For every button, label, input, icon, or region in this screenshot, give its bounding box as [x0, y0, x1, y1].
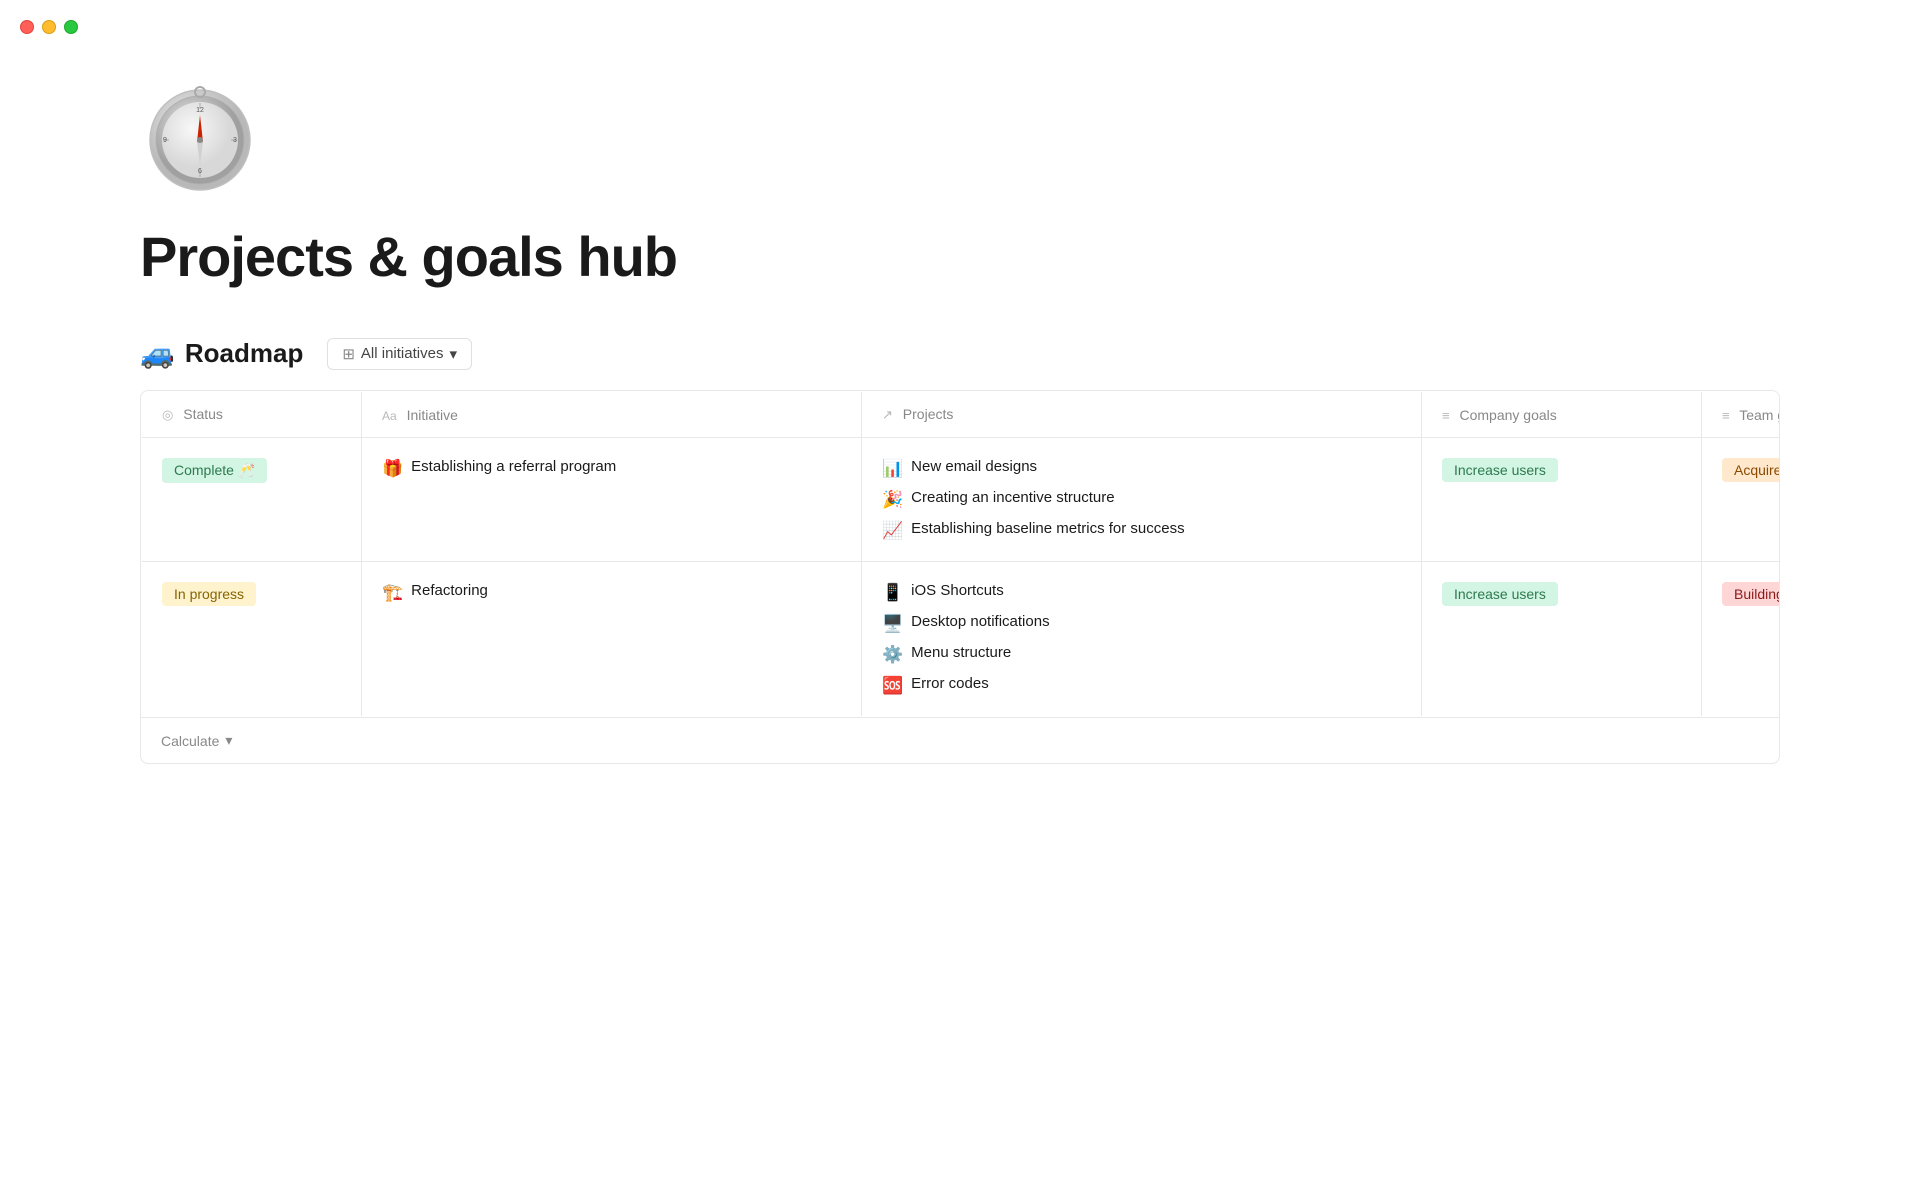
- col-initiative-label: Initiative: [407, 407, 458, 423]
- project-name: Creating an incentive structure: [911, 489, 1114, 506]
- close-button[interactable]: [20, 20, 34, 34]
- project-emoji: ⚙️: [882, 645, 903, 665]
- company-goal-badge[interactable]: Increase users: [1442, 458, 1558, 482]
- status-col-icon: ◎: [162, 407, 173, 422]
- col-status-label: Status: [183, 406, 223, 422]
- roadmap-table: ◎ Status Aa Initiative ↗ Projects ≡ Comp…: [141, 391, 1780, 717]
- chevron-down-icon: ▾: [449, 345, 457, 363]
- project-item[interactable]: 📱 iOS Shortcuts: [882, 582, 1401, 603]
- cell-status-0: Complete 🥂: [142, 438, 362, 562]
- svg-text:3: 3: [233, 137, 237, 144]
- calculate-footer[interactable]: Calculate ▾: [141, 717, 1779, 763]
- svg-text:6: 6: [198, 168, 202, 175]
- compass-icon: 12 6 9 3: [140, 80, 260, 200]
- maximize-button[interactable]: [64, 20, 78, 34]
- team-goal-badge[interactable]: Acquire more: [1722, 458, 1780, 482]
- initiative-emoji: 🎁: [382, 459, 403, 479]
- cell-initiative-0: 🎁 Establishing a referral program: [362, 438, 862, 562]
- table-header-row: ◎ Status Aa Initiative ↗ Projects ≡ Comp…: [142, 392, 1781, 438]
- project-emoji: 🎉: [882, 490, 903, 510]
- calculate-chevron-icon: ▾: [225, 732, 232, 749]
- project-item[interactable]: 📊 New email designs: [882, 458, 1401, 479]
- page-title: Projects & goals hub: [140, 224, 1780, 289]
- table-row: In progress 🏗️ Refactoring 📱 iOS Shortcuts 🖥️…: [142, 562, 1781, 717]
- project-emoji: 🆘: [882, 676, 903, 696]
- roadmap-header: 🚙 Roadmap ⊞ All initiatives ▾: [140, 337, 1780, 370]
- cell-status-1: In progress: [142, 562, 362, 717]
- main-content: 12 6 9 3: [0, 0, 1920, 824]
- initiative-col-icon: Aa: [382, 409, 397, 423]
- project-name: New email designs: [911, 458, 1037, 475]
- project-emoji: 📱: [882, 583, 903, 603]
- initiative-text: Refactoring: [411, 582, 488, 599]
- minimize-button[interactable]: [42, 20, 56, 34]
- col-projects-label: Projects: [903, 406, 954, 422]
- cell-company-goals-0: Increase users: [1422, 438, 1702, 562]
- col-header-projects: ↗ Projects: [862, 392, 1422, 438]
- col-header-company-goals: ≡ Company goals: [1422, 392, 1702, 438]
- roadmap-table-container: ◎ Status Aa Initiative ↗ Projects ≡ Comp…: [140, 390, 1780, 764]
- status-badge[interactable]: In progress: [162, 582, 256, 606]
- project-name: Desktop notifications: [911, 613, 1049, 630]
- project-item[interactable]: 🎉 Creating an incentive structure: [882, 489, 1401, 510]
- roadmap-label: Roadmap: [185, 338, 303, 369]
- col-header-status: ◎ Status: [142, 392, 362, 438]
- project-item[interactable]: 📈 Establishing baseline metrics for succe…: [882, 520, 1401, 541]
- team-goal-badge[interactable]: Building syste: [1722, 582, 1780, 606]
- table-view-icon: ⊞: [342, 345, 355, 363]
- cell-team-goals-0: Acquire more: [1702, 438, 1781, 562]
- initiative-text: Establishing a referral program: [411, 458, 616, 475]
- traffic-lights: [20, 20, 78, 34]
- project-item[interactable]: 🆘 Error codes: [882, 675, 1401, 696]
- projects-col-icon: ↗: [882, 407, 893, 422]
- col-team-goals-label: Team goals: [1739, 407, 1780, 423]
- project-name: iOS Shortcuts: [911, 582, 1004, 599]
- cell-projects-1: 📱 iOS Shortcuts 🖥️ Desktop notifications ⚙️ M…: [862, 562, 1422, 717]
- project-item[interactable]: 🖥️ Desktop notifications: [882, 613, 1401, 634]
- team-goals-col-icon: ≡: [1722, 408, 1730, 423]
- project-emoji: 📈: [882, 521, 903, 541]
- project-item[interactable]: ⚙️ Menu structure: [882, 644, 1401, 665]
- cell-projects-0: 📊 New email designs 🎉 Creating an incentive…: [862, 438, 1422, 562]
- svg-text:9: 9: [163, 137, 167, 144]
- col-company-goals-label: Company goals: [1459, 407, 1556, 423]
- cell-initiative-1: 🏗️ Refactoring: [362, 562, 862, 717]
- roadmap-title: 🚙 Roadmap: [140, 337, 303, 370]
- project-name: Menu structure: [911, 644, 1011, 661]
- project-name: Error codes: [911, 675, 989, 692]
- project-emoji: 📊: [882, 459, 903, 479]
- project-name: Establishing baseline metrics for succes…: [911, 520, 1184, 537]
- cell-team-goals-1: Building syste: [1702, 562, 1781, 717]
- svg-text:12: 12: [196, 107, 204, 114]
- all-initiatives-label: All initiatives: [361, 345, 444, 362]
- calculate-label: Calculate: [161, 733, 219, 749]
- col-header-team-goals: ≡ Team goals: [1702, 392, 1781, 438]
- company-goal-badge[interactable]: Increase users: [1442, 582, 1558, 606]
- status-badge[interactable]: Complete 🥂: [162, 458, 267, 483]
- all-initiatives-button[interactable]: ⊞ All initiatives ▾: [327, 338, 472, 370]
- roadmap-emoji: 🚙: [140, 337, 175, 370]
- col-header-initiative: Aa Initiative: [362, 392, 862, 438]
- project-emoji: 🖥️: [882, 614, 903, 634]
- company-goals-col-icon: ≡: [1442, 408, 1450, 423]
- table-row: Complete 🥂 🎁 Establishing a referral progr…: [142, 438, 1781, 562]
- initiative-emoji: 🏗️: [382, 583, 403, 603]
- cell-company-goals-1: Increase users: [1422, 562, 1702, 717]
